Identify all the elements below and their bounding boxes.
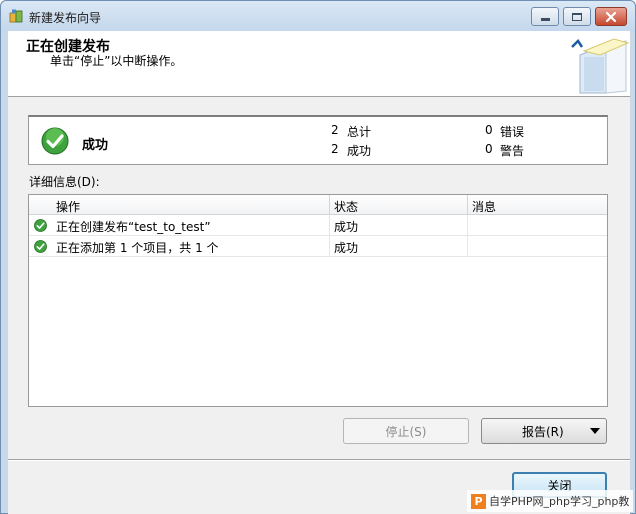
wizard-client: 正在创建发布 单击“停止”以中断操作。 成功 2 总计 2 成功 0 错误 0 … — [8, 31, 630, 514]
window-title: 新建发布向导 — [29, 11, 102, 25]
grid-header: 操作 状态 消息 — [29, 195, 607, 215]
details-grid[interactable]: 操作 状态 消息 正在创建发布“test_to_test” 成功 正在添加第 1… — [28, 194, 608, 407]
site-watermark: P 自学PHP网_php学习_php教 — [467, 490, 634, 512]
details-label: 详细信息(D): — [29, 175, 100, 189]
maximize-icon — [572, 12, 582, 21]
maximize-button[interactable] — [563, 7, 591, 26]
dropdown-arrow-icon — [590, 428, 600, 434]
column-divider[interactable] — [467, 195, 468, 215]
success-check-icon — [34, 240, 47, 253]
total-count: 2 — [331, 123, 339, 137]
page-subtitle: 单击“停止”以中断操作。 — [50, 54, 183, 68]
wizard-window: 新建发布向导 正在创建发布 单击“停止”以中断操作。 成功 2 总计 2 成功 … — [0, 0, 636, 514]
table-row[interactable]: 正在创建发布“test_to_test” 成功 — [29, 215, 607, 236]
report-dropdown-button[interactable]: 报告(R) — [481, 418, 607, 444]
report-button-label: 报告(R) — [522, 424, 564, 439]
summary-panel: 成功 2 总计 2 成功 0 错误 0 警告 — [28, 115, 608, 165]
column-divider[interactable] — [329, 195, 330, 215]
success-check-icon — [41, 127, 69, 155]
row-status: 成功 — [334, 241, 359, 255]
stop-button[interactable]: 停止(S) — [343, 418, 469, 444]
app-icon — [9, 9, 23, 23]
warning-label: 警告 — [500, 144, 525, 158]
column-gridline — [467, 215, 468, 257]
total-label: 总计 — [347, 125, 372, 139]
close-icon — [605, 11, 617, 22]
column-header-message[interactable]: 消息 — [472, 198, 496, 215]
success-label: 成功 — [347, 144, 372, 158]
table-row[interactable]: 正在添加第 1 个项目，共 1 个 成功 — [29, 236, 607, 257]
title-bar[interactable]: 新建发布向导 — [1, 1, 635, 31]
column-gridline — [329, 215, 330, 257]
column-header-operation[interactable]: 操作 — [56, 198, 80, 215]
watermark-text: 自学PHP网_php学习_php教 — [489, 495, 630, 508]
success-count: 2 — [331, 142, 339, 156]
minimize-button[interactable] — [531, 7, 559, 26]
warning-count: 0 — [485, 142, 493, 156]
row-operation: 正在添加第 1 个项目，共 1 个 — [56, 241, 219, 255]
footer-divider-highlight — [8, 460, 630, 461]
watermark-logo: P — [471, 493, 486, 509]
success-check-icon — [34, 219, 47, 232]
row-operation: 正在创建发布“test_to_test” — [56, 220, 211, 234]
minimize-icon — [540, 18, 550, 21]
column-header-status[interactable]: 状态 — [334, 198, 358, 215]
error-count: 0 — [485, 123, 493, 137]
close-window-button[interactable] — [595, 7, 627, 26]
wizard-header: 正在创建发布 单击“停止”以中断操作。 — [8, 31, 630, 97]
row-status: 成功 — [334, 220, 359, 234]
error-label: 错误 — [500, 125, 525, 139]
wizard-books-icon — [571, 38, 630, 94]
summary-status: 成功 — [82, 138, 109, 153]
